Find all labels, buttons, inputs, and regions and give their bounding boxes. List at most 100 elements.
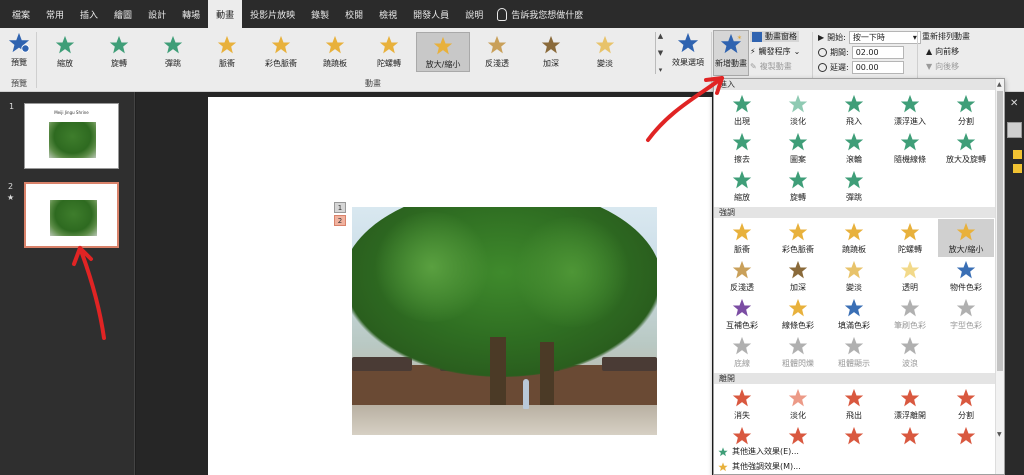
move-later-button[interactable]: ▼ 向後移: [926, 61, 959, 72]
move-earlier-button[interactable]: ▲ 向前移: [926, 46, 959, 57]
effect-item[interactable]: 透明: [882, 257, 938, 295]
effect-item[interactable]: 彩色脈衝: [770, 219, 826, 257]
scroll-down-icon[interactable]: ▼: [997, 431, 1002, 438]
effect-item[interactable]: 分割: [938, 385, 994, 423]
gallery-item-1[interactable]: 旋轉: [92, 32, 146, 72]
effect-item[interactable]: 填滿色彩: [826, 295, 882, 333]
gallery-item-7[interactable]: 放大/縮小: [416, 32, 470, 72]
effect-item[interactable]: 滾輪: [826, 129, 882, 167]
tell-me-search[interactable]: 告訴我您想做什麼: [491, 0, 583, 28]
effect-item[interactable]: 互補色彩: [714, 295, 770, 333]
gallery-item-4[interactable]: 彩色脈衝: [254, 32, 308, 72]
slide-1-thumbnail[interactable]: Meiji Jingu Shrine: [24, 103, 119, 169]
effect-item[interactable]: 加深: [770, 257, 826, 295]
effect-item[interactable]: 飛入: [826, 91, 882, 129]
effect-item[interactable]: 漂浮離開: [882, 385, 938, 423]
duration-input[interactable]: 02.00: [851, 46, 904, 59]
gallery-up-icon[interactable]: ▲: [658, 32, 663, 40]
trigger-button[interactable]: ⚡ 觸發程序 ⌄: [750, 46, 800, 57]
gallery-item-10[interactable]: 變淡: [578, 32, 632, 72]
scroll-up-icon[interactable]: ▲: [997, 81, 1002, 88]
gallery-more-icon[interactable]: ▾: [659, 66, 663, 74]
effect-item[interactable]: 線條色彩: [770, 295, 826, 333]
gallery-star-icon: [595, 35, 615, 54]
effect-item[interactable]: 粗體顯示: [826, 333, 882, 371]
gallery-item-5[interactable]: 蹺蹺板: [308, 32, 362, 72]
animation-pane-button[interactable]: 動畫窗格: [750, 31, 799, 42]
effect-item[interactable]: 放大及旋轉: [938, 129, 994, 167]
effect-item[interactable]: 旋轉: [770, 167, 826, 205]
effect-item[interactable]: 彈跳: [826, 167, 882, 205]
effect-item[interactable]: [826, 423, 882, 461]
tab-8[interactable]: 錄製: [303, 0, 337, 28]
effect-item[interactable]: 擦去: [714, 129, 770, 167]
gallery-item-6[interactable]: 陀螺轉: [362, 32, 416, 72]
effect-options-button[interactable]: 效果選項: [667, 32, 709, 68]
effect-item[interactable]: 底線: [714, 333, 770, 371]
tab-0[interactable]: 檔案: [4, 0, 38, 28]
gallery-item-3[interactable]: 脈衝: [200, 32, 254, 72]
slide-canvas[interactable]: 1 2: [208, 97, 712, 475]
animation-tag-2[interactable]: 2: [334, 215, 346, 226]
gallery-item-8[interactable]: 反淺透: [470, 32, 524, 72]
start-select[interactable]: 按一下時 ▾: [848, 31, 921, 44]
preview-button[interactable]: 預覽: [4, 32, 34, 68]
effect-item[interactable]: 縮放: [714, 167, 770, 205]
animation-tag-1[interactable]: 1: [334, 202, 346, 213]
tab-4[interactable]: 設計: [140, 0, 174, 28]
effect-item[interactable]: 圖案: [770, 129, 826, 167]
effect-item[interactable]: 筆刷色彩: [882, 295, 938, 333]
effect-item[interactable]: 物件色彩: [938, 257, 994, 295]
scroll-thumb[interactable]: [997, 91, 1003, 371]
effect-item[interactable]: 反淺透: [714, 257, 770, 295]
effect-item-label: 淡化: [790, 117, 806, 126]
effect-item[interactable]: 蹺蹺板: [826, 219, 882, 257]
tree-photo[interactable]: [352, 207, 657, 435]
effect-item[interactable]: 消失: [714, 385, 770, 423]
tab-1[interactable]: 常用: [38, 0, 72, 28]
side-panel-button[interactable]: [1007, 122, 1022, 138]
delay-input[interactable]: 00.00: [851, 61, 904, 74]
gallery-scroller[interactable]: ▲ ▼ ▾: [655, 32, 665, 74]
effect-item[interactable]: 分割: [938, 91, 994, 129]
effect-item[interactable]: 變淡: [826, 257, 882, 295]
effect-item[interactable]: 飛出: [826, 385, 882, 423]
close-icon[interactable]: ✕: [1010, 98, 1018, 109]
animation-painter-button[interactable]: ✎ 複製動畫: [750, 61, 792, 72]
effect-item[interactable]: [882, 423, 938, 461]
add-animation-button[interactable]: * 新增動畫: [713, 30, 749, 76]
effect-item[interactable]: 陀螺轉: [882, 219, 938, 257]
effect-star-icon: [844, 94, 864, 113]
effect-item[interactable]: 放大/縮小: [938, 219, 994, 257]
effect-item-label: 淡化: [790, 411, 806, 420]
tab-2[interactable]: 插入: [72, 0, 106, 28]
gallery-item-9[interactable]: 加深: [524, 32, 578, 72]
effect-item[interactable]: 漂浮進入: [882, 91, 938, 129]
gallery-down-icon[interactable]: ▼: [658, 49, 663, 57]
effect-item-label: 字型色彩: [950, 321, 982, 330]
effect-item[interactable]: 隨機線條: [882, 129, 938, 167]
tab-10[interactable]: 檢視: [371, 0, 405, 28]
effect-item[interactable]: 淡化: [770, 91, 826, 129]
effect-item[interactable]: 波浪: [882, 333, 938, 371]
dropdown-scrollbar[interactable]: ▲ ▼: [995, 79, 1004, 474]
effect-star-icon: [732, 222, 752, 241]
slide-2-thumbnail[interactable]: [24, 182, 119, 248]
tab-11[interactable]: 開發人員: [405, 0, 457, 28]
tab-6[interactable]: 動畫: [208, 0, 243, 28]
tab-3[interactable]: 繪圖: [106, 0, 140, 28]
effect-item[interactable]: [938, 423, 994, 461]
more-emphasis-effects[interactable]: 其他強調效果(M)...: [718, 461, 801, 472]
tab-7[interactable]: 投影片放映: [242, 0, 303, 28]
effect-item[interactable]: 淡化: [770, 385, 826, 423]
effect-item[interactable]: 出現: [714, 91, 770, 129]
effect-item[interactable]: 脈衝: [714, 219, 770, 257]
effect-item[interactable]: 粗體閃爍: [770, 333, 826, 371]
tab-9[interactable]: 校閱: [337, 0, 371, 28]
tab-5[interactable]: 轉場: [174, 0, 208, 28]
effect-item[interactable]: 字型色彩: [938, 295, 994, 333]
gallery-item-2[interactable]: 彈跳: [146, 32, 200, 72]
more-entrance-effects[interactable]: 其他進入效果(E)...: [718, 446, 799, 457]
tab-12[interactable]: 說明: [457, 0, 491, 28]
gallery-item-0[interactable]: 縮放: [38, 32, 92, 72]
